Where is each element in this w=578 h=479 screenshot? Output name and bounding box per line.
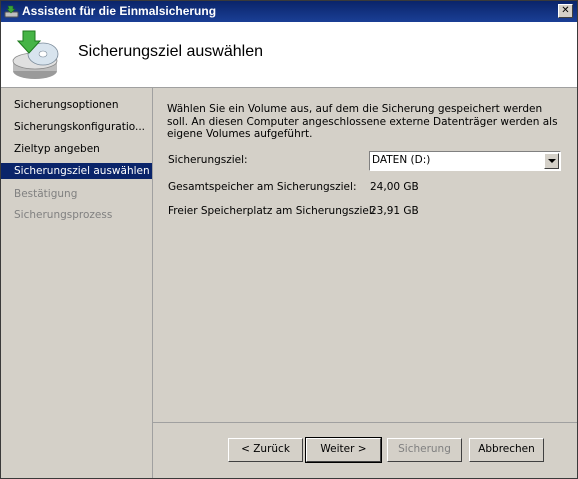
backup-target-value: DATEN (D:) [372,154,431,166]
step-zieltyp-angeben[interactable]: Zieltyp angeben [1,141,152,157]
free-space-label: Freier Speicherplatz am Sicherungsziel: [168,205,376,217]
backup-button: Sicherung [387,438,462,462]
step-sicherungsoptionen[interactable]: Sicherungsoptionen [1,97,152,113]
back-button[interactable]: < Zurück [228,438,303,462]
cancel-button[interactable]: Abbrechen [469,438,544,462]
wizard-window: Assistent für die Einmalsicherung ✕ Sich… [0,0,578,479]
backup-disk-icon [12,30,59,79]
step-bestaetigung: Bestätigung [14,188,78,200]
backup-target-dropdown[interactable]: DATEN (D:) [369,151,561,171]
free-space-value: 23,91 GB [370,205,419,217]
step-sicherungsprozess: Sicherungsprozess [14,209,113,221]
target-label: Sicherungsziel: [168,154,248,166]
chevron-down-icon[interactable] [544,153,559,169]
wizard-step-list: Sicherungsoptionen Sicherungskonfigurati… [1,88,153,478]
window-title: Assistent für die Einmalsicherung [22,4,217,18]
backup-app-icon [4,5,19,18]
wizard-content: Wählen Sie ein Volume aus, auf dem die S… [153,88,577,423]
close-button[interactable]: ✕ [558,4,573,18]
step-sicherungskonfiguration[interactable]: Sicherungskonfiguratio... [1,119,152,135]
step-sicherungsziel-auswaehlen[interactable]: Sicherungsziel auswählen [1,163,152,179]
page-title: Sicherungsziel auswählen [78,43,263,60]
total-space-label: Gesamtspeicher am Sicherungsziel: [168,181,357,193]
total-space-value: 24,00 GB [370,181,419,193]
title-bar[interactable]: Assistent für die Einmalsicherung ✕ [1,1,577,22]
wizard-header: Sicherungsziel auswählen [1,22,577,88]
instruction-text: Wählen Sie ein Volume aus, auf dem die S… [167,103,558,140]
next-button[interactable]: Weiter > [305,437,382,463]
